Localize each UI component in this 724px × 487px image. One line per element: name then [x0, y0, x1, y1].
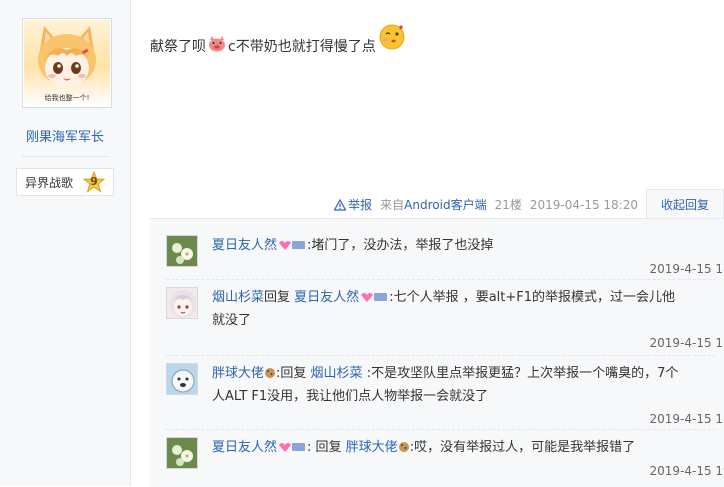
reply-content: 胖球大佬 :回复 烟山杉菜 :不是攻坚队里点举报更猛？上次举报一个嘴臭的，7个 人… [212, 363, 724, 407]
post-meta-bar: 举报 来自Android客户端 21楼 2019-04-15 18:20 [334, 196, 638, 213]
pig-emoji-icon [208, 36, 226, 56]
reply-word: :回复 [276, 366, 306, 381]
kiss-face-emoji-icon [378, 37, 406, 55]
level-name: 异界战歌 [25, 174, 73, 191]
reply-text-continued: 人ALT F1没用，我让他们点人物举报一会就没了 [212, 389, 488, 404]
reply-author[interactable]: 烟山杉菜 [212, 290, 264, 305]
vip-badge-icon [277, 439, 307, 460]
round-blob-avatar-icon [167, 364, 198, 395]
reply-avatar[interactable] [166, 437, 198, 469]
post-text-part-2: c不带奶也就打得慢了点 [228, 36, 376, 56]
sidebar-divider [22, 156, 108, 157]
level-badge[interactable]: 异界战歌 9 [16, 168, 114, 196]
reply-time: 2019-4-15 18:40 [650, 409, 724, 430]
author-avatar[interactable]: 给我也整一个! [22, 18, 112, 108]
client-link[interactable]: Android客户端 [404, 198, 486, 212]
reply-divider [166, 429, 716, 430]
collapse-replies-button[interactable]: 收起回复 [646, 189, 724, 219]
reply-avatar[interactable] [166, 287, 198, 319]
reply-text: :七个人举报 ，要alt+F1的举报模式，过一会儿他 [389, 290, 675, 305]
reply-divider [166, 355, 716, 356]
reply-word: : 回复 [307, 440, 342, 455]
reply-text: :不是攻坚队里点举报更猛？上次举报一个嘴臭的，7个 [367, 366, 679, 381]
warning-icon [334, 199, 346, 211]
reply-time: 2019-4-15 19:29 [650, 461, 724, 482]
avatar-image: 给我也整一个! [24, 20, 110, 106]
report-button[interactable]: 举报 [334, 196, 372, 213]
reply-content: 夏日友人然: 回复 胖球大佬:哎，没有举报过人，可能是我举报错了 2019-4-… [212, 437, 724, 460]
reply-text-continued: 就没了 [212, 313, 251, 328]
vip-badge-icon [277, 237, 307, 258]
reply-section: 夏日友人然 :堵门了，没办法，举报了也没掉 2019-4-15 18:23 烟山杉… [150, 218, 724, 487]
post-content: 献祭了呗 c不带奶也就打得慢了点 [150, 36, 408, 56]
reply-time: 2019-4-15 18:23 [650, 259, 724, 280]
reply-text: :堵门了，没办法，举报了也没掉 [307, 238, 493, 253]
reply-target[interactable]: 夏日友人然 [294, 290, 359, 305]
level-star-icon: 9 [83, 171, 105, 193]
reply-avatar[interactable] [166, 235, 198, 267]
reply-author[interactable]: 胖球大佬 [212, 366, 264, 381]
cookie-badge-icon [398, 439, 410, 460]
reply-content: 夏日友人然:堵门了，没办法，举报了也没掉 2019-4-15 18:23 [212, 235, 724, 258]
anime-girl-avatar-icon [167, 288, 198, 319]
flower-avatar-icon [167, 438, 198, 469]
post-timestamp: 2019-04-15 18:20 [530, 198, 638, 212]
flower-avatar-icon [167, 236, 198, 267]
cookie-badge-icon [264, 365, 276, 386]
reply-text: :哎，没有举报过人，可能是我举报错了 [410, 440, 635, 455]
level-number: 9 [83, 171, 105, 193]
author-username-link[interactable]: 刚果海军军长 [0, 126, 130, 145]
report-label: 举报 [348, 196, 372, 213]
post-text-part-1: 献祭了呗 [150, 36, 206, 56]
reply-author[interactable]: 夏日友人然 [212, 440, 277, 455]
client-prefix: 来自 [380, 198, 404, 212]
reply-target[interactable]: 胖球大佬 [346, 440, 398, 455]
vip-badge-icon [359, 289, 389, 310]
reply-author[interactable]: 夏日友人然 [212, 238, 277, 253]
floor-number: 21楼 [495, 196, 522, 213]
reply-avatar[interactable] [166, 363, 198, 395]
reply-time: 2019-4-15 18:27 [650, 333, 724, 354]
author-sidebar: 给我也整一个! 刚果海军军长 异界战歌 9 [0, 0, 131, 486]
avatar-caption: 给我也整一个! [24, 93, 110, 103]
reply-divider [166, 279, 716, 280]
reply-word: 回复 [264, 290, 290, 305]
client-source: 来自Android客户端 [380, 196, 486, 213]
reply-target[interactable]: 烟山杉菜 [311, 366, 363, 381]
reply-content: 烟山杉菜回复 夏日友人然 :七个人举报 ，要alt+F1的举报模式，过一会儿他 就… [212, 287, 724, 331]
